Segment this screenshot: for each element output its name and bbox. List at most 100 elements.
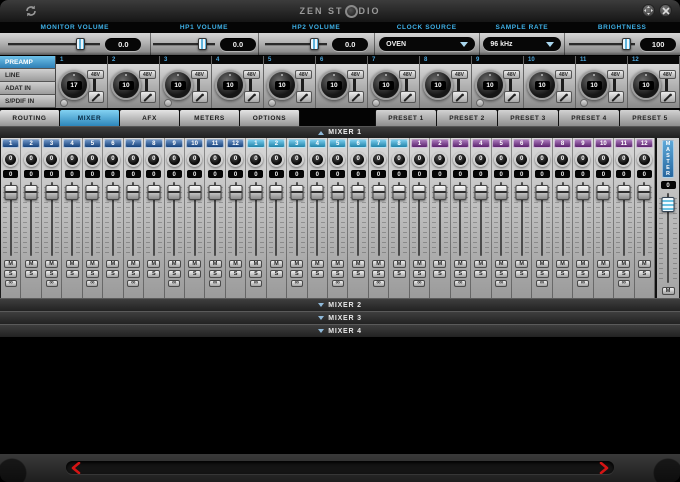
fader-track[interactable]	[532, 180, 552, 258]
stereo-link-button[interactable]	[164, 99, 172, 107]
fader-track[interactable]	[164, 180, 184, 258]
fader-handle[interactable]	[412, 184, 426, 200]
hp2-volume-slider[interactable]	[265, 37, 328, 51]
fader-handle[interactable]	[392, 184, 406, 200]
mute-button[interactable]: M	[433, 260, 447, 268]
phantom-48v-button[interactable]: 48V	[659, 70, 676, 79]
fader-track[interactable]	[205, 180, 225, 258]
fader-track[interactable]	[491, 180, 511, 258]
mute-button[interactable]: M	[351, 260, 365, 268]
pan-knob[interactable]: 0	[187, 151, 203, 167]
mute-button[interactable]: M	[637, 260, 651, 268]
hp1-volume-handle[interactable]	[197, 38, 207, 50]
fader-track[interactable]	[368, 180, 389, 258]
fader-track[interactable]	[409, 180, 430, 258]
input-select-button[interactable]	[348, 91, 364, 103]
fader-handle[interactable]	[126, 184, 140, 200]
fader-track[interactable]	[573, 180, 593, 258]
fader-handle[interactable]	[229, 184, 243, 200]
solo-button[interactable]: S	[453, 270, 467, 278]
fader-handle[interactable]	[596, 184, 610, 200]
solo-button[interactable]: S	[85, 270, 99, 278]
solo-button[interactable]: S	[147, 270, 161, 278]
mute-button[interactable]: M	[310, 260, 324, 268]
mute-button[interactable]: M	[188, 260, 202, 268]
link-button[interactable]: ∞	[495, 280, 508, 287]
fader-handle[interactable]	[515, 184, 529, 200]
mute-button[interactable]: M	[576, 260, 590, 268]
solo-button[interactable]: S	[617, 270, 631, 278]
mute-button[interactable]: M	[535, 260, 549, 268]
fader-track[interactable]	[389, 180, 409, 258]
fader-track[interactable]	[21, 180, 41, 258]
mute-button[interactable]: M	[65, 260, 79, 268]
scroll-left-button[interactable]	[68, 461, 84, 474]
solo-button[interactable]: S	[4, 270, 18, 278]
mute-button[interactable]: M	[412, 260, 426, 268]
solo-button[interactable]: S	[637, 270, 651, 278]
preamp-tab-preamp[interactable]: PREAMP	[0, 56, 56, 69]
fader-track[interactable]	[123, 180, 144, 258]
phantom-48v-button[interactable]: 48V	[347, 70, 364, 79]
mute-button[interactable]: M	[494, 260, 508, 268]
gain-knob[interactable]: 10	[163, 70, 193, 100]
fader-track[interactable]	[450, 180, 471, 258]
fader-handle[interactable]	[494, 184, 508, 200]
fader-track[interactable]	[103, 180, 123, 258]
input-select-button[interactable]	[556, 91, 572, 103]
input-select-button[interactable]	[504, 91, 520, 103]
brightness-slider[interactable]	[569, 37, 636, 51]
preset-button-preset-1[interactable]: PRESET 1	[375, 110, 436, 126]
fader-handle[interactable]	[556, 184, 570, 200]
pan-knob[interactable]: 0	[514, 151, 530, 167]
gain-knob[interactable]: 10	[215, 70, 245, 100]
master-fader-track[interactable]	[657, 191, 679, 285]
tab-options[interactable]: OPTIONS	[240, 110, 300, 126]
pan-knob[interactable]: 0	[432, 151, 448, 167]
input-select-button[interactable]	[660, 91, 676, 103]
mute-button[interactable]: M	[126, 260, 140, 268]
mute-button[interactable]: M	[269, 260, 283, 268]
fader-track[interactable]	[430, 180, 450, 258]
solo-button[interactable]: S	[24, 270, 38, 278]
fader-handle[interactable]	[85, 184, 99, 200]
link-button[interactable]: ∞	[86, 280, 99, 287]
pan-knob[interactable]: 0	[23, 151, 39, 167]
gain-knob[interactable]: 10	[631, 70, 661, 100]
fader-track[interactable]	[511, 180, 532, 258]
solo-button[interactable]: S	[433, 270, 447, 278]
solo-button[interactable]: S	[229, 270, 243, 278]
preamp-tab-adat-in[interactable]: ADAT IN	[0, 82, 56, 95]
clock-source-dropdown[interactable]: OVEN	[379, 37, 476, 51]
gain-knob[interactable]: 10	[579, 70, 609, 100]
mute-button[interactable]: M	[167, 260, 181, 268]
preamp-tab-line[interactable]: LINE	[0, 69, 56, 82]
fader-handle[interactable]	[4, 184, 18, 200]
solo-button[interactable]: S	[331, 270, 345, 278]
pan-knob[interactable]: 0	[534, 151, 550, 167]
resize-button[interactable]	[642, 4, 655, 17]
phantom-48v-button[interactable]: 48V	[139, 70, 156, 79]
pan-knob[interactable]: 0	[64, 151, 80, 167]
gain-knob[interactable]: 10	[267, 70, 297, 100]
stereo-link-button[interactable]	[476, 99, 484, 107]
input-select-button[interactable]	[400, 91, 416, 103]
mixer-1-header[interactable]: MIXER 1	[0, 126, 680, 138]
fader-handle[interactable]	[453, 184, 467, 200]
gain-knob[interactable]: 17	[59, 70, 89, 100]
sync-button[interactable]	[24, 4, 38, 18]
stereo-link-button[interactable]	[580, 99, 588, 107]
pan-knob[interactable]: 0	[268, 151, 284, 167]
fader-track[interactable]	[184, 180, 205, 258]
pan-knob[interactable]: 0	[330, 151, 346, 167]
pan-knob[interactable]: 0	[309, 151, 325, 167]
input-select-button[interactable]	[140, 91, 156, 103]
input-select-button[interactable]	[244, 91, 260, 103]
solo-button[interactable]: S	[494, 270, 508, 278]
fader-handle[interactable]	[269, 184, 283, 200]
fader-handle[interactable]	[617, 184, 631, 200]
fader-handle[interactable]	[249, 184, 263, 200]
fader-handle[interactable]	[65, 184, 79, 200]
mixer-section-header-mixer-4[interactable]: MIXER 4	[0, 324, 680, 337]
gain-knob[interactable]: 10	[371, 70, 401, 100]
